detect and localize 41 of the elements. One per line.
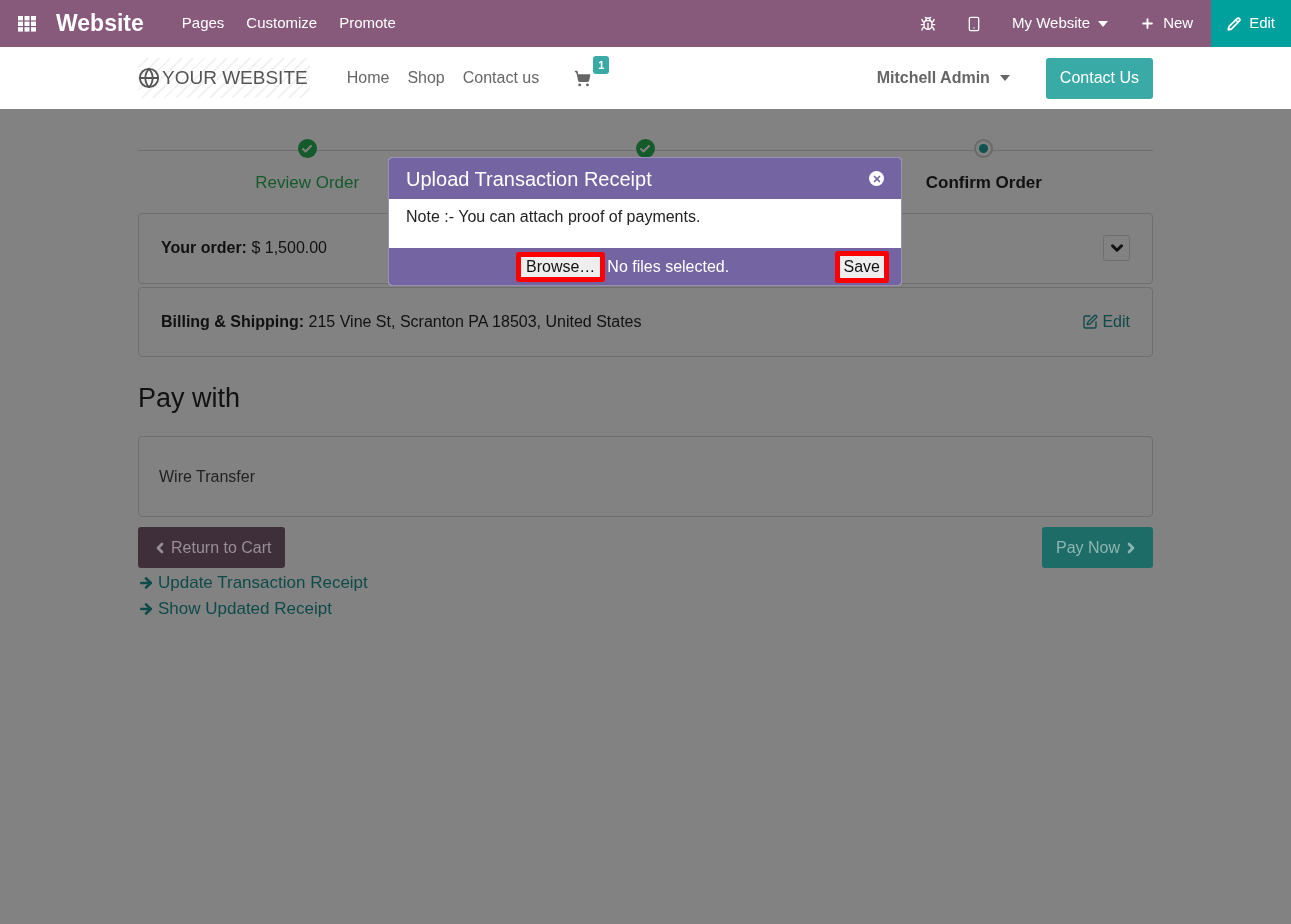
cart-count-badge: 1 (593, 55, 610, 74)
nav-link[interactable]: Shop (407, 66, 445, 90)
dialog-title: Upload Transaction Receipt (406, 166, 652, 192)
expand-toggle[interactable] (1103, 235, 1130, 261)
apps-grid-icon[interactable] (18, 15, 36, 32)
plus-icon (1140, 16, 1156, 31)
order-total: Your order: $ 1,500.00 (161, 238, 327, 258)
dialog-note: Note :- You can attach proof of payments. (406, 208, 701, 225)
step-label: Review Order (255, 172, 360, 194)
payment-method-option[interactable]: Wire Transfer (138, 436, 1153, 517)
edit-button[interactable]: Edit (1211, 0, 1291, 47)
debug-bug-icon[interactable] (920, 15, 937, 32)
top-menu-item[interactable]: Customize (246, 12, 318, 35)
pay-now-button[interactable]: Pay Now (1041, 527, 1153, 568)
arrow-right-icon (138, 601, 154, 617)
arrow-right-icon (138, 575, 154, 591)
return-to-cart-button[interactable]: Return to Cart (138, 527, 286, 568)
file-status: No files selected. (607, 256, 730, 277)
globe-icon (138, 67, 160, 89)
cart-icon (574, 69, 592, 87)
nav-link[interactable]: Home (346, 66, 390, 90)
close-icon (871, 173, 882, 184)
pencil-icon (1227, 16, 1242, 31)
save-button[interactable]: Save (839, 255, 884, 278)
caret-icon (999, 75, 1010, 81)
browse-button[interactable]: Browse… (521, 256, 601, 277)
close-button[interactable] (869, 171, 884, 186)
site-logo[interactable]: YOUR WEBSITE (138, 58, 310, 98)
user-menu[interactable]: Mitchell Admin (876, 66, 1010, 90)
top-menu-item[interactable]: Promote (339, 12, 396, 35)
edit-icon (1082, 313, 1099, 330)
pay-with-heading: Pay with (138, 381, 242, 415)
new-button[interactable]: New (1140, 12, 1194, 35)
nav-link[interactable]: Contact us (462, 66, 540, 90)
step-label: Confirm Order (925, 172, 1042, 194)
contact-us-button[interactable]: Contact Us (1045, 57, 1153, 99)
caret-icon (1098, 20, 1109, 27)
website-dropdown[interactable]: My Website (1012, 12, 1109, 35)
billing-address: Billing & Shipping: 215 Vine St, Scranton PA 18503, United States (161, 311, 642, 332)
top-menu-item[interactable]: Pages (181, 12, 225, 35)
app-title: Website (56, 9, 144, 39)
